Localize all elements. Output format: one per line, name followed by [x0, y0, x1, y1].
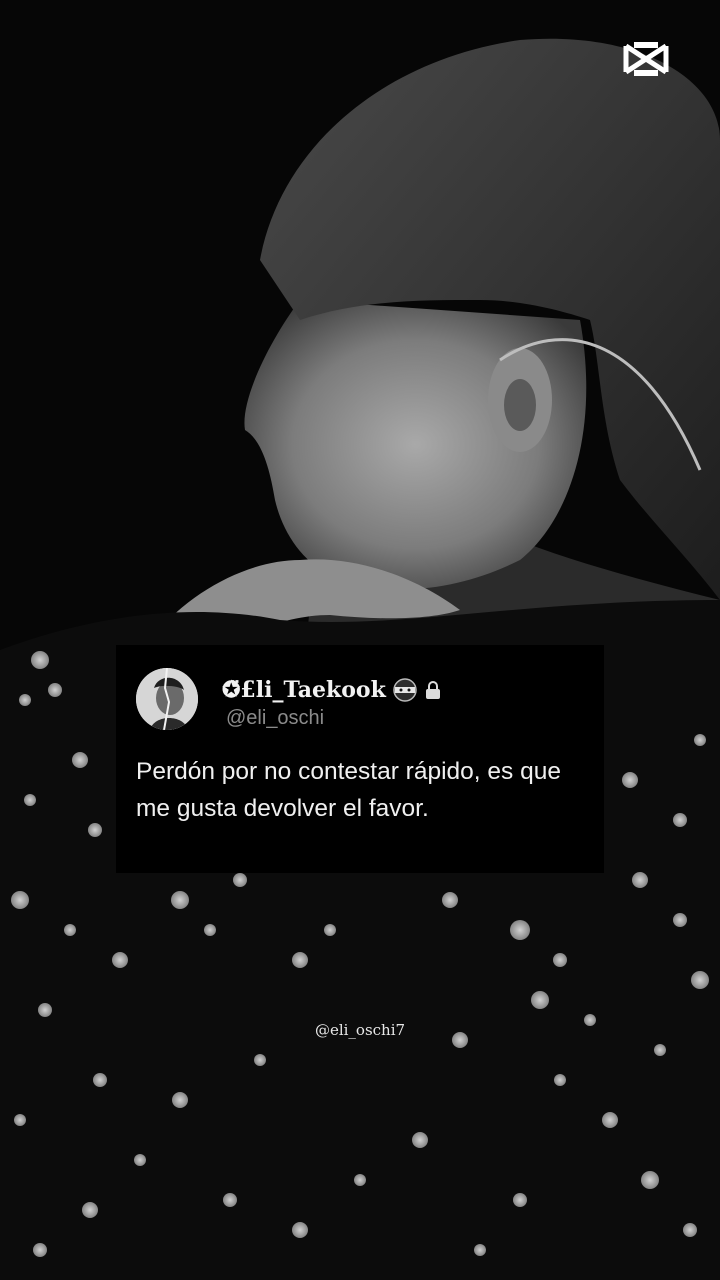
capcut-logo-icon	[623, 42, 669, 76]
tweet-text: Perdón por no contestar rápido, es que m…	[136, 758, 561, 822]
avatar[interactable]	[136, 668, 198, 730]
user-handle[interactable]: @eli_oschi	[226, 707, 324, 730]
lock-icon	[425, 681, 440, 699]
display-name[interactable]: ✪̈£li_Taekook	[222, 677, 386, 703]
avatar-image	[136, 668, 198, 730]
ninja-icon	[393, 678, 417, 702]
background-photo	[0, 0, 720, 1280]
watermark-text: @eli_oschi7	[314, 1021, 406, 1039]
display-name-row: ✪̈£li_Taekook	[222, 673, 442, 707]
video-frame: ✪̈£li_Taekook @eli_oschi Perdón por no c…	[0, 0, 720, 1280]
tweet-card: ✪̈£li_Taekook @eli_oschi Perdón por no c…	[116, 645, 604, 873]
